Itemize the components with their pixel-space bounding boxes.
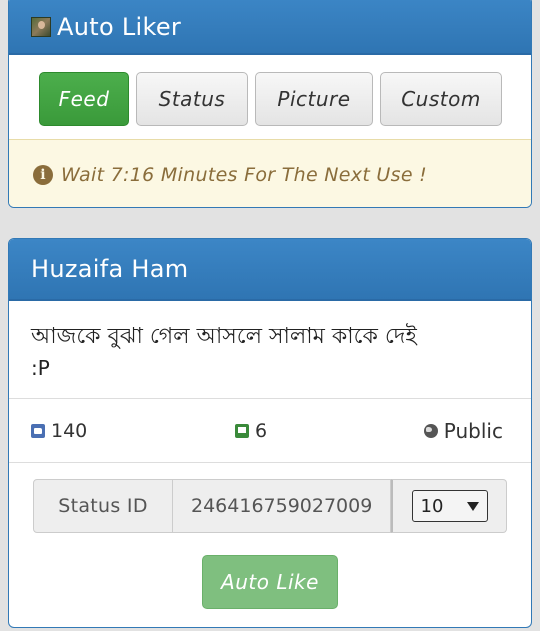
count-select-wrap: 10 [391, 479, 507, 533]
privacy-label: Public [443, 418, 503, 443]
post-stats: 140 6 Public [9, 399, 531, 463]
count-select[interactable]: 10 [411, 490, 488, 522]
tab-feed[interactable]: Feed [39, 72, 129, 126]
post-panel: Huzaifa Ham আজকে বুঝা গেল আসলে সালাম কাক… [8, 238, 532, 628]
panel-header: Auto Liker [9, 0, 531, 55]
comment-icon [235, 423, 249, 438]
status-id-input[interactable] [173, 479, 391, 533]
status-id-label: Status ID [33, 479, 173, 533]
caret-down-icon [466, 501, 479, 511]
likes-count: 140 [51, 419, 88, 442]
globe-icon [423, 423, 438, 438]
privacy-stat: Public [423, 418, 503, 443]
tab-status[interactable]: Status [136, 72, 248, 126]
mode-tabs: Feed Status Picture Custom [9, 55, 531, 139]
status-id-form: Status ID 10 [33, 479, 531, 533]
profile-photo-icon [31, 17, 51, 37]
post-text: আজকে বুঝা গেল আসলে সালাম কাকে দেই [31, 324, 417, 349]
cooldown-alert: i Wait 7:16 Minutes For The Next Use ! [9, 139, 531, 207]
likes-stat: 140 [31, 420, 87, 442]
tab-custom[interactable]: Custom [380, 72, 502, 126]
post-body: আজকে বুঝা গেল আসলে সালাম কাকে দেই :P [9, 301, 531, 399]
count-selected-value: 10 [420, 495, 444, 517]
comments-count: 6 [255, 419, 268, 442]
info-circle-icon: i [33, 164, 53, 185]
post-emote: :P [31, 356, 50, 380]
auto-like-button[interactable]: Auto Like [202, 555, 338, 609]
tab-picture[interactable]: Picture [255, 72, 373, 126]
auto-liker-panel: Auto Liker Feed Status Picture Custom i … [8, 0, 532, 208]
app-title: Auto Liker [57, 13, 182, 41]
post-author: Huzaifa Ham [9, 239, 531, 301]
comments-stat: 6 [235, 420, 267, 442]
thumbs-up-icon [31, 423, 45, 438]
submit-wrap: Auto Like [9, 555, 531, 609]
alert-text: Wait 7:16 Minutes For The Next Use ! [61, 163, 428, 186]
